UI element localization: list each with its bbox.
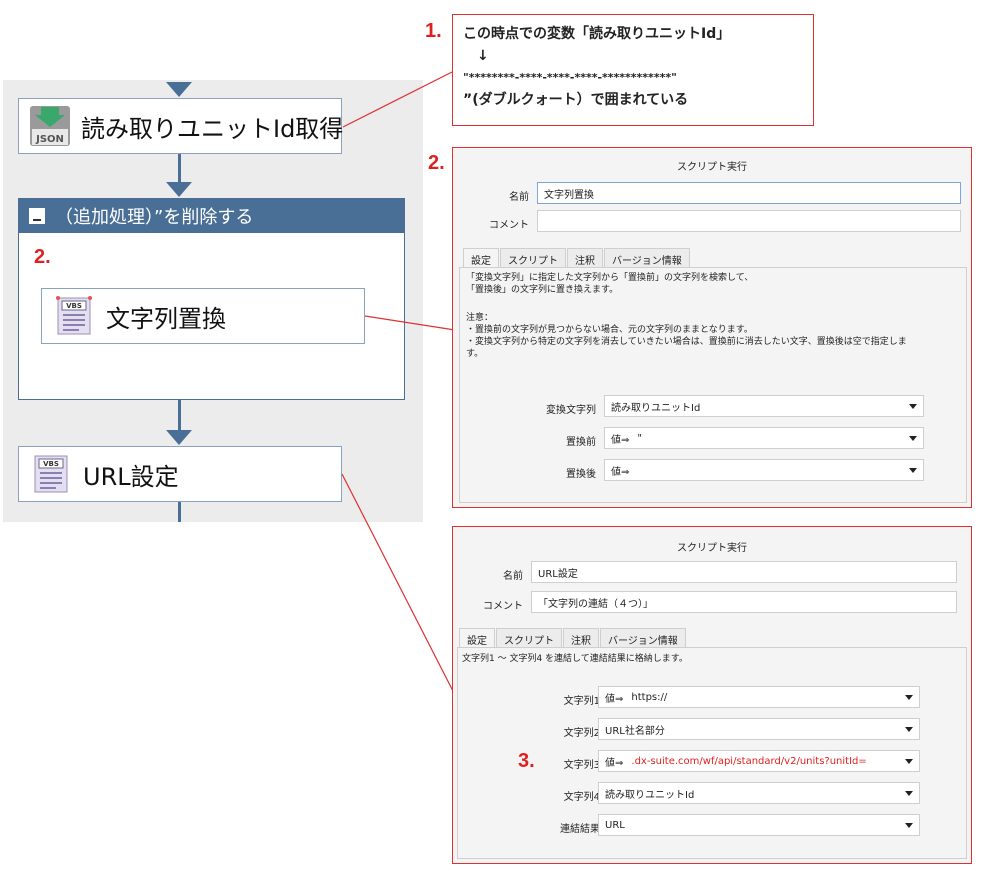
chevron-down-icon bbox=[909, 468, 917, 473]
string2-select[interactable]: URL社名部分 bbox=[598, 718, 920, 740]
description: 文字列1 〜 文字列4 を連結して連結結果に格納します。 bbox=[462, 654, 688, 664]
field-label-result: 連結結果 bbox=[560, 824, 600, 835]
comment-label: コメント bbox=[483, 601, 523, 612]
field-label-string3: 文字列3 bbox=[563, 760, 600, 771]
replace-before-select[interactable]: 値⇒ " bbox=[604, 427, 924, 449]
field-label-before: 置換前 bbox=[566, 437, 596, 448]
source-string-select[interactable]: 読み取りユニットId bbox=[604, 395, 924, 417]
chevron-down-icon bbox=[905, 823, 913, 828]
description: 「変換文字列」に指定した文字列から「置換前」の文字列を検索して、 「置換後」の文… bbox=[466, 273, 907, 359]
chevron-down-icon bbox=[905, 727, 913, 732]
comment-field[interactable]: 「文字列の連結（４つ）」 bbox=[531, 591, 957, 613]
dialog-title: スクリプト実行 bbox=[677, 162, 747, 173]
callout-variable-note: この時点での変数「読み取りユニットId」 ↓ "********-****-**… bbox=[452, 14, 814, 126]
dialog-title: スクリプト実行 bbox=[677, 543, 747, 554]
chevron-down-icon bbox=[905, 791, 913, 796]
string3-select[interactable]: 値⇒ .dx-suite.com/wf/api/standard/v2/units… bbox=[598, 750, 920, 772]
field-label-source-string: 変換文字列 bbox=[546, 405, 596, 416]
down-arrow-icon: ↓ bbox=[477, 48, 489, 64]
string4-select[interactable]: 読み取りユニットId bbox=[598, 782, 920, 804]
field-label-after: 置換後 bbox=[566, 469, 596, 480]
callout-line-3: ”(ダブルクォート）で囲まれている bbox=[463, 92, 689, 108]
name-label: 名前 bbox=[503, 571, 523, 582]
field-label-string4: 文字列4 bbox=[563, 792, 600, 803]
callout-line-1: この時点での変数「読み取りユニットId」 bbox=[463, 26, 731, 42]
chevron-down-icon bbox=[909, 404, 917, 409]
settings-panel: 「変換文字列」に指定した文字列から「置換前」の文字列を検索して、 「置換後」の文… bbox=[459, 267, 967, 503]
step-number-1: 1. bbox=[425, 20, 442, 42]
name-label: 名前 bbox=[509, 192, 529, 203]
script-dialog-url-setting: スクリプト実行 名前 URL設定 コメント 「文字列の連結（４つ）」 設定 スク… bbox=[452, 526, 972, 864]
chevron-down-icon bbox=[905, 695, 913, 700]
step-number-2-dialog: 2. bbox=[428, 152, 445, 174]
comment-field[interactable] bbox=[537, 210, 961, 232]
replace-after-select[interactable]: 値⇒ bbox=[604, 459, 924, 481]
settings-panel: 文字列1 〜 文字列4 を連結して連結結果に格納します。 文字列1 値⇒ http… bbox=[457, 647, 967, 859]
name-field[interactable]: 文字列置換 bbox=[537, 182, 961, 204]
name-field[interactable]: URL設定 bbox=[531, 561, 957, 583]
chevron-down-icon bbox=[909, 436, 917, 441]
chevron-down-icon bbox=[905, 759, 913, 764]
result-select[interactable]: URL bbox=[598, 814, 920, 836]
field-label-string2: 文字列2 bbox=[563, 728, 600, 739]
script-dialog-string-replace: スクリプト実行 名前 文字列置換 コメント 設定 スクリプト 注釈 バージョン情… bbox=[452, 147, 972, 508]
comment-label: コメント bbox=[489, 220, 529, 231]
string1-select[interactable]: 値⇒ https:// bbox=[598, 686, 920, 708]
field-label-string1: 文字列1 bbox=[563, 696, 600, 707]
callout-line-2: "********-****-****-****-************" bbox=[463, 71, 677, 84]
